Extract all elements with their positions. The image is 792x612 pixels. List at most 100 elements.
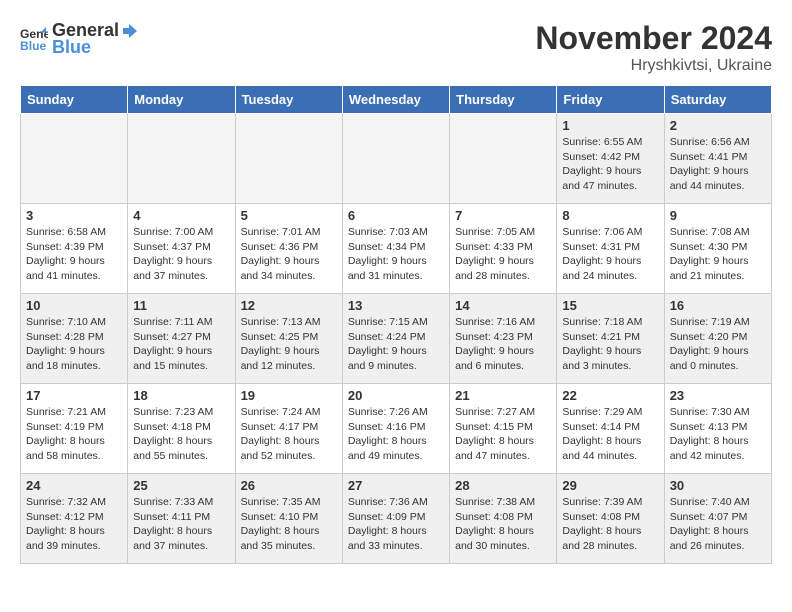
calendar-cell: 20Sunrise: 7:26 AM Sunset: 4:16 PM Dayli… xyxy=(342,384,449,474)
day-info: Sunrise: 7:21 AM Sunset: 4:19 PM Dayligh… xyxy=(26,405,122,464)
calendar-cell: 7 Sunrise: 7:05 AM Sunset: 4:33 PM Daylig… xyxy=(450,204,557,294)
calendar-cell: 12 Sunrise: 7:13 AM Sunset: 4:25 PM Dayli… xyxy=(235,294,342,384)
day-info: Sunrise: 7:03 AM Sunset: 4:34 PM Dayligh… xyxy=(348,225,444,284)
location-subtitle: Hryshkivtsi, Ukraine xyxy=(535,57,772,75)
header-row: SundayMondayTuesdayWednesdayThursdayFrid… xyxy=(21,86,772,114)
weekday-header-friday: Friday xyxy=(557,86,664,114)
day-info: Sunrise: 7:19 AM Sunset: 4:20 PM Dayligh… xyxy=(670,315,766,374)
day-number: 18 xyxy=(133,388,229,403)
day-number: 9 xyxy=(670,208,766,223)
day-info: Sunrise: 7:11 AM Sunset: 4:27 PM Dayligh… xyxy=(133,315,229,374)
day-number: 23 xyxy=(670,388,766,403)
calendar-cell: 26 Sunrise: 7:35 AM Sunset: 4:10 PM Dayli… xyxy=(235,474,342,564)
day-info: Sunrise: 7:24 AM Sunset: 4:17 PM Dayligh… xyxy=(241,405,337,464)
calendar-cell: 30Sunrise: 7:40 AM Sunset: 4:07 PM Dayli… xyxy=(664,474,771,564)
calendar-cell: 18 Sunrise: 7:23 AM Sunset: 4:18 PM Dayli… xyxy=(128,384,235,474)
calendar-cell: 19 Sunrise: 7:24 AM Sunset: 4:17 PM Dayli… xyxy=(235,384,342,474)
day-info: Sunrise: 7:23 AM Sunset: 4:18 PM Dayligh… xyxy=(133,405,229,464)
weekday-header-tuesday: Tuesday xyxy=(235,86,342,114)
day-info: Sunrise: 7:26 AM Sunset: 4:16 PM Dayligh… xyxy=(348,405,444,464)
day-info: Sunrise: 7:35 AM Sunset: 4:10 PM Dayligh… xyxy=(241,495,337,554)
calendar-cell: 8 Sunrise: 7:06 AM Sunset: 4:31 PM Daylig… xyxy=(557,204,664,294)
calendar-cell: 13 Sunrise: 7:15 AM Sunset: 4:24 PM Dayli… xyxy=(342,294,449,384)
calendar-week-2: 3 Sunrise: 6:58 AM Sunset: 4:39 PM Daylig… xyxy=(21,204,772,294)
day-info: Sunrise: 7:06 AM Sunset: 4:31 PM Dayligh… xyxy=(562,225,658,284)
calendar-week-1: 1Sunrise: 6:55 AM Sunset: 4:42 PM Daylig… xyxy=(21,114,772,204)
day-info: Sunrise: 7:36 AM Sunset: 4:09 PM Dayligh… xyxy=(348,495,444,554)
day-info: Sunrise: 7:16 AM Sunset: 4:23 PM Dayligh… xyxy=(455,315,551,374)
calendar-cell: 27 Sunrise: 7:36 AM Sunset: 4:09 PM Dayli… xyxy=(342,474,449,564)
day-number: 1 xyxy=(562,118,658,133)
calendar-cell: 24Sunrise: 7:32 AM Sunset: 4:12 PM Dayli… xyxy=(21,474,128,564)
day-number: 13 xyxy=(348,298,444,313)
calendar-week-4: 17 Sunrise: 7:21 AM Sunset: 4:19 PM Dayli… xyxy=(21,384,772,474)
day-number: 12 xyxy=(241,298,337,313)
day-info: Sunrise: 7:05 AM Sunset: 4:33 PM Dayligh… xyxy=(455,225,551,284)
day-info: Sunrise: 7:10 AM Sunset: 4:28 PM Dayligh… xyxy=(26,315,122,374)
calendar-cell: 5Sunrise: 7:01 AM Sunset: 4:36 PM Daylig… xyxy=(235,204,342,294)
logo-arrow-icon xyxy=(121,22,139,40)
svg-text:Blue: Blue xyxy=(20,39,47,53)
day-info: Sunrise: 7:18 AM Sunset: 4:21 PM Dayligh… xyxy=(562,315,658,374)
day-number: 17 xyxy=(26,388,122,403)
day-info: Sunrise: 6:58 AM Sunset: 4:39 PM Dayligh… xyxy=(26,225,122,284)
day-info: Sunrise: 7:13 AM Sunset: 4:25 PM Dayligh… xyxy=(241,315,337,374)
day-info: Sunrise: 7:33 AM Sunset: 4:11 PM Dayligh… xyxy=(133,495,229,554)
day-number: 22 xyxy=(562,388,658,403)
day-info: Sunrise: 7:01 AM Sunset: 4:36 PM Dayligh… xyxy=(241,225,337,284)
day-number: 15 xyxy=(562,298,658,313)
day-number: 19 xyxy=(241,388,337,403)
day-info: Sunrise: 7:29 AM Sunset: 4:14 PM Dayligh… xyxy=(562,405,658,464)
day-number: 21 xyxy=(455,388,551,403)
calendar-cell: 2 Sunrise: 6:56 AM Sunset: 4:41 PM Daylig… xyxy=(664,114,771,204)
calendar-cell: 6 Sunrise: 7:03 AM Sunset: 4:34 PM Daylig… xyxy=(342,204,449,294)
logo-blue: Blue xyxy=(52,37,91,58)
day-number: 16 xyxy=(670,298,766,313)
day-number: 3 xyxy=(26,208,122,223)
calendar-week-5: 24Sunrise: 7:32 AM Sunset: 4:12 PM Dayli… xyxy=(21,474,772,564)
day-info: Sunrise: 6:56 AM Sunset: 4:41 PM Dayligh… xyxy=(670,135,766,194)
calendar-cell xyxy=(342,114,449,204)
calendar-cell: 3 Sunrise: 6:58 AM Sunset: 4:39 PM Daylig… xyxy=(21,204,128,294)
day-number: 7 xyxy=(455,208,551,223)
day-number: 14 xyxy=(455,298,551,313)
calendar-cell: 10 Sunrise: 7:10 AM Sunset: 4:28 PM Dayli… xyxy=(21,294,128,384)
day-info: Sunrise: 7:40 AM Sunset: 4:07 PM Dayligh… xyxy=(670,495,766,554)
day-number: 27 xyxy=(348,478,444,493)
day-number: 4 xyxy=(133,208,229,223)
day-info: Sunrise: 7:27 AM Sunset: 4:15 PM Dayligh… xyxy=(455,405,551,464)
day-info: Sunrise: 7:08 AM Sunset: 4:30 PM Dayligh… xyxy=(670,225,766,284)
day-info: Sunrise: 7:00 AM Sunset: 4:37 PM Dayligh… xyxy=(133,225,229,284)
day-info: Sunrise: 7:38 AM Sunset: 4:08 PM Dayligh… xyxy=(455,495,551,554)
calendar-cell: 9 Sunrise: 7:08 AM Sunset: 4:30 PM Daylig… xyxy=(664,204,771,294)
calendar-cell: 23 Sunrise: 7:30 AM Sunset: 4:13 PM Dayli… xyxy=(664,384,771,474)
calendar-cell: 14 Sunrise: 7:16 AM Sunset: 4:23 PM Dayli… xyxy=(450,294,557,384)
calendar-cell xyxy=(235,114,342,204)
day-number: 24 xyxy=(26,478,122,493)
day-number: 2 xyxy=(670,118,766,133)
weekday-header-sunday: Sunday xyxy=(21,86,128,114)
page-header: General Blue General Blue November 2024 … xyxy=(20,20,772,75)
weekday-header-thursday: Thursday xyxy=(450,86,557,114)
month-title: November 2024 xyxy=(535,20,772,57)
day-number: 25 xyxy=(133,478,229,493)
day-number: 6 xyxy=(348,208,444,223)
calendar-cell: 29Sunrise: 7:39 AM Sunset: 4:08 PM Dayli… xyxy=(557,474,664,564)
day-number: 29 xyxy=(562,478,658,493)
calendar-cell xyxy=(128,114,235,204)
calendar-cell xyxy=(21,114,128,204)
day-number: 8 xyxy=(562,208,658,223)
calendar-cell: 22 Sunrise: 7:29 AM Sunset: 4:14 PM Dayli… xyxy=(557,384,664,474)
day-info: Sunrise: 7:30 AM Sunset: 4:13 PM Dayligh… xyxy=(670,405,766,464)
weekday-header-monday: Monday xyxy=(128,86,235,114)
calendar-cell: 15 Sunrise: 7:18 AM Sunset: 4:21 PM Dayli… xyxy=(557,294,664,384)
calendar-cell: 11 Sunrise: 7:11 AM Sunset: 4:27 PM Dayli… xyxy=(128,294,235,384)
day-info: Sunrise: 7:15 AM Sunset: 4:24 PM Dayligh… xyxy=(348,315,444,374)
calendar-cell: 21 Sunrise: 7:27 AM Sunset: 4:15 PM Dayli… xyxy=(450,384,557,474)
day-number: 10 xyxy=(26,298,122,313)
calendar-cell xyxy=(450,114,557,204)
calendar-cell: 4 Sunrise: 7:00 AM Sunset: 4:37 PM Daylig… xyxy=(128,204,235,294)
calendar-week-3: 10 Sunrise: 7:10 AM Sunset: 4:28 PM Dayli… xyxy=(21,294,772,384)
day-number: 26 xyxy=(241,478,337,493)
day-number: 11 xyxy=(133,298,229,313)
